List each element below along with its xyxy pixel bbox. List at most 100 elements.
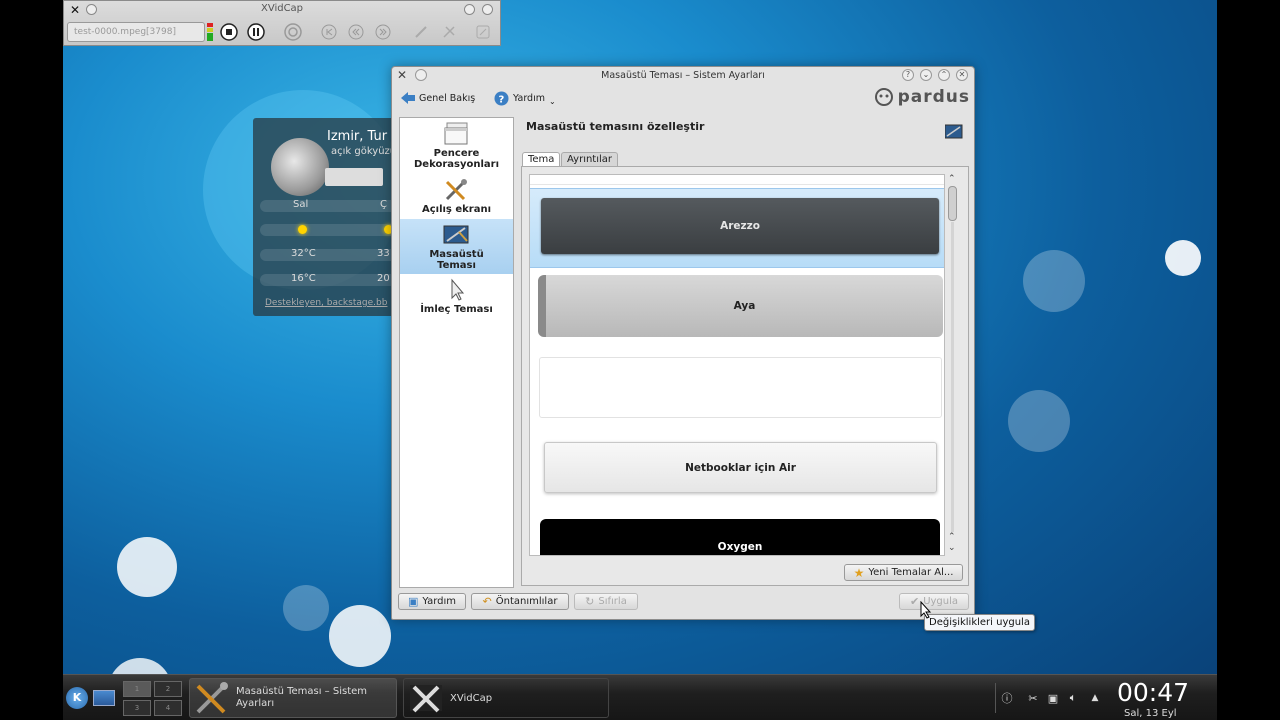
theme-list-scrollbar[interactable]: ⌃ ⌃ ⌄ [946, 174, 960, 556]
forward-button[interactable] [372, 22, 394, 42]
scroll-up-icon[interactable]: ⌃ [948, 532, 956, 542]
desktop-theme-icon [443, 225, 468, 244]
desktop-4[interactable]: 4 [154, 700, 182, 716]
weather-city: Izmir, Tur [327, 129, 388, 144]
tray-expand-icon[interactable]: ▲ [1087, 690, 1103, 706]
close-icon[interactable]: ✕ [956, 69, 968, 81]
sidebar-item-desktop-theme[interactable]: Masaüstü Teması [400, 219, 513, 274]
maximize-icon[interactable]: ⌃ [938, 69, 950, 81]
overview-label: Genel Bakış [419, 92, 476, 104]
bokeh-light [283, 585, 329, 631]
window-decorations-icon [444, 122, 467, 145]
kde-menu-icon[interactable]: K [66, 687, 88, 709]
dialog-title: Masaüstü Teması – Sistem Ayarları [601, 70, 765, 81]
weather-high-row: 32°C 33 [260, 248, 403, 261]
task-xvidcap[interactable]: XVidCap [403, 678, 609, 718]
task-system-settings[interactable]: Masaüstü Teması – Sistem Ayarları [189, 678, 397, 718]
desktop-3[interactable]: 3 [123, 700, 151, 716]
scrollbar-thumb[interactable] [948, 186, 957, 221]
tools-icon [196, 682, 228, 714]
task-label: Masaüstü Teması – Sistem Ayarları [236, 686, 367, 710]
scroll-down-icon[interactable]: ⌄ [948, 543, 956, 553]
list-item-partial [530, 175, 944, 185]
scroll-up-icon[interactable]: ⌃ [948, 174, 956, 184]
device-notifier-icon[interactable]: ▣ [1045, 690, 1061, 706]
klipper-scissors-icon[interactable]: ✂ [1025, 690, 1041, 706]
xvidcap-file-field[interactable]: test-0000.mpeg[3798] [67, 22, 205, 42]
sidebar-label: Pencere [433, 148, 480, 159]
rewind-button[interactable] [345, 22, 367, 42]
chevron-down-icon: ⌄ [548, 97, 556, 106]
weather-low-row: 16°C 20 [260, 273, 403, 286]
pardus-leopard-icon [874, 88, 893, 106]
desktop-theme-icon [945, 124, 963, 139]
help-icon: ? [494, 91, 509, 106]
pause-button[interactable] [245, 22, 267, 42]
record-button[interactable] [282, 22, 304, 42]
defaults-button[interactable]: ↶ Öntanımlılar [471, 593, 569, 610]
scrollbar-track[interactable] [951, 222, 954, 532]
reset-button[interactable]: ↻ Sıfırla [574, 593, 638, 610]
clock-date: Sal, 13 Eyl [1124, 708, 1177, 719]
bokeh-light [1165, 240, 1201, 276]
desktop-2[interactable]: 2 [154, 681, 182, 697]
task-label-line2: Ayarları [236, 698, 275, 709]
defaults-icon: ↶ [482, 595, 492, 608]
virtual-desktop-pager[interactable]: 1 2 3 4 [123, 681, 183, 717]
system-settings-dialog: ✕ Masaüstü Teması – Sistem Ayarları ? ⌄ … [391, 66, 975, 620]
help-title-icon[interactable]: ? [902, 69, 914, 81]
sidebar-item-cursor-theme[interactable]: İmleç Teması [400, 278, 513, 318]
weather-low1: 16°C [291, 273, 316, 284]
sidebar-label: Açılış ekranı [421, 204, 492, 215]
tools-icon[interactable] [438, 22, 460, 42]
minimize-icon[interactable]: ⌄ [920, 69, 932, 81]
level-meter-icon [206, 22, 214, 42]
get-new-themes-button[interactable]: ★ Yeni Temalar Al... [844, 564, 963, 581]
weather-icons-row [260, 224, 403, 236]
edit-tool-icon[interactable] [410, 22, 432, 42]
desktop-1[interactable]: 1 [123, 681, 151, 697]
weather-low2: 20 [377, 273, 390, 284]
settings-sidebar: Pencere Dekorasyonları Açılış ekranı Mas… [399, 117, 514, 588]
pardus-logo: pardus [874, 87, 970, 107]
step-back-button[interactable] [318, 22, 340, 42]
volume-icon[interactable]: 🔈︎ [1065, 690, 1081, 706]
clock-time[interactable]: 00:47 [1117, 678, 1189, 707]
close-icon[interactable] [482, 4, 493, 15]
theme-arezzo[interactable]: Arezzo [541, 198, 939, 254]
defaults-button-label: Öntanımlılar [495, 596, 558, 607]
xvidcap-title: XVidCap [260, 3, 304, 14]
sidebar-label: İmleç Teması [420, 304, 493, 315]
theme-air-netbook[interactable]: Netbooklar için Air [544, 442, 937, 493]
weather-widget[interactable]: Izmir, Tur açık gökyüzü Sal Ç 32°C 33 16… [253, 118, 403, 316]
theme-list[interactable]: Arezzo Aya Netbooklar için Air Oxygen [529, 174, 945, 556]
overview-button[interactable]: Genel Bakış [400, 91, 475, 105]
help-book-icon: ▣ [407, 595, 419, 608]
sidebar-item-window-decorations[interactable]: Pencere Dekorasyonları [400, 122, 513, 177]
theme-aya[interactable]: Aya [538, 275, 943, 337]
apply-button[interactable]: ✔ Uygula [899, 593, 969, 610]
bokeh-light [1023, 250, 1085, 312]
tab-details[interactable]: Ayrıntılar [561, 152, 619, 167]
weather-day1: Sal [293, 199, 309, 210]
xvidcap-window: ✕ XVidCap test-0000.mpeg[3798] [63, 0, 501, 46]
settings-icon[interactable] [472, 22, 494, 42]
weather-condition: açık gökyüzü [331, 146, 397, 157]
bokeh-light [117, 537, 177, 597]
theme-blank[interactable] [539, 357, 942, 418]
info-icon[interactable]: ⓘ [999, 690, 1015, 706]
stop-button[interactable] [218, 22, 240, 42]
help-button[interactable]: ▣ Yardım [398, 593, 466, 610]
tab-theme[interactable]: Tema [522, 152, 561, 167]
weather-location-input[interactable] [325, 168, 383, 186]
minimize-icon[interactable] [464, 4, 475, 15]
theme-oxygen[interactable]: Oxygen [540, 519, 940, 555]
star-icon: ★ [853, 565, 865, 580]
weather-days-row: Sal Ç [260, 199, 403, 212]
help-menu-button[interactable]: ? Yardım ⌄ [494, 91, 556, 106]
show-desktop-icon[interactable] [93, 690, 115, 706]
sidebar-item-splash-screen[interactable]: Açılış ekranı [400, 178, 513, 218]
sidebar-label: Teması [437, 260, 476, 271]
weather-credit[interactable]: Destekleyen, backstage.bb [265, 298, 387, 308]
svg-text:?: ? [499, 95, 505, 106]
